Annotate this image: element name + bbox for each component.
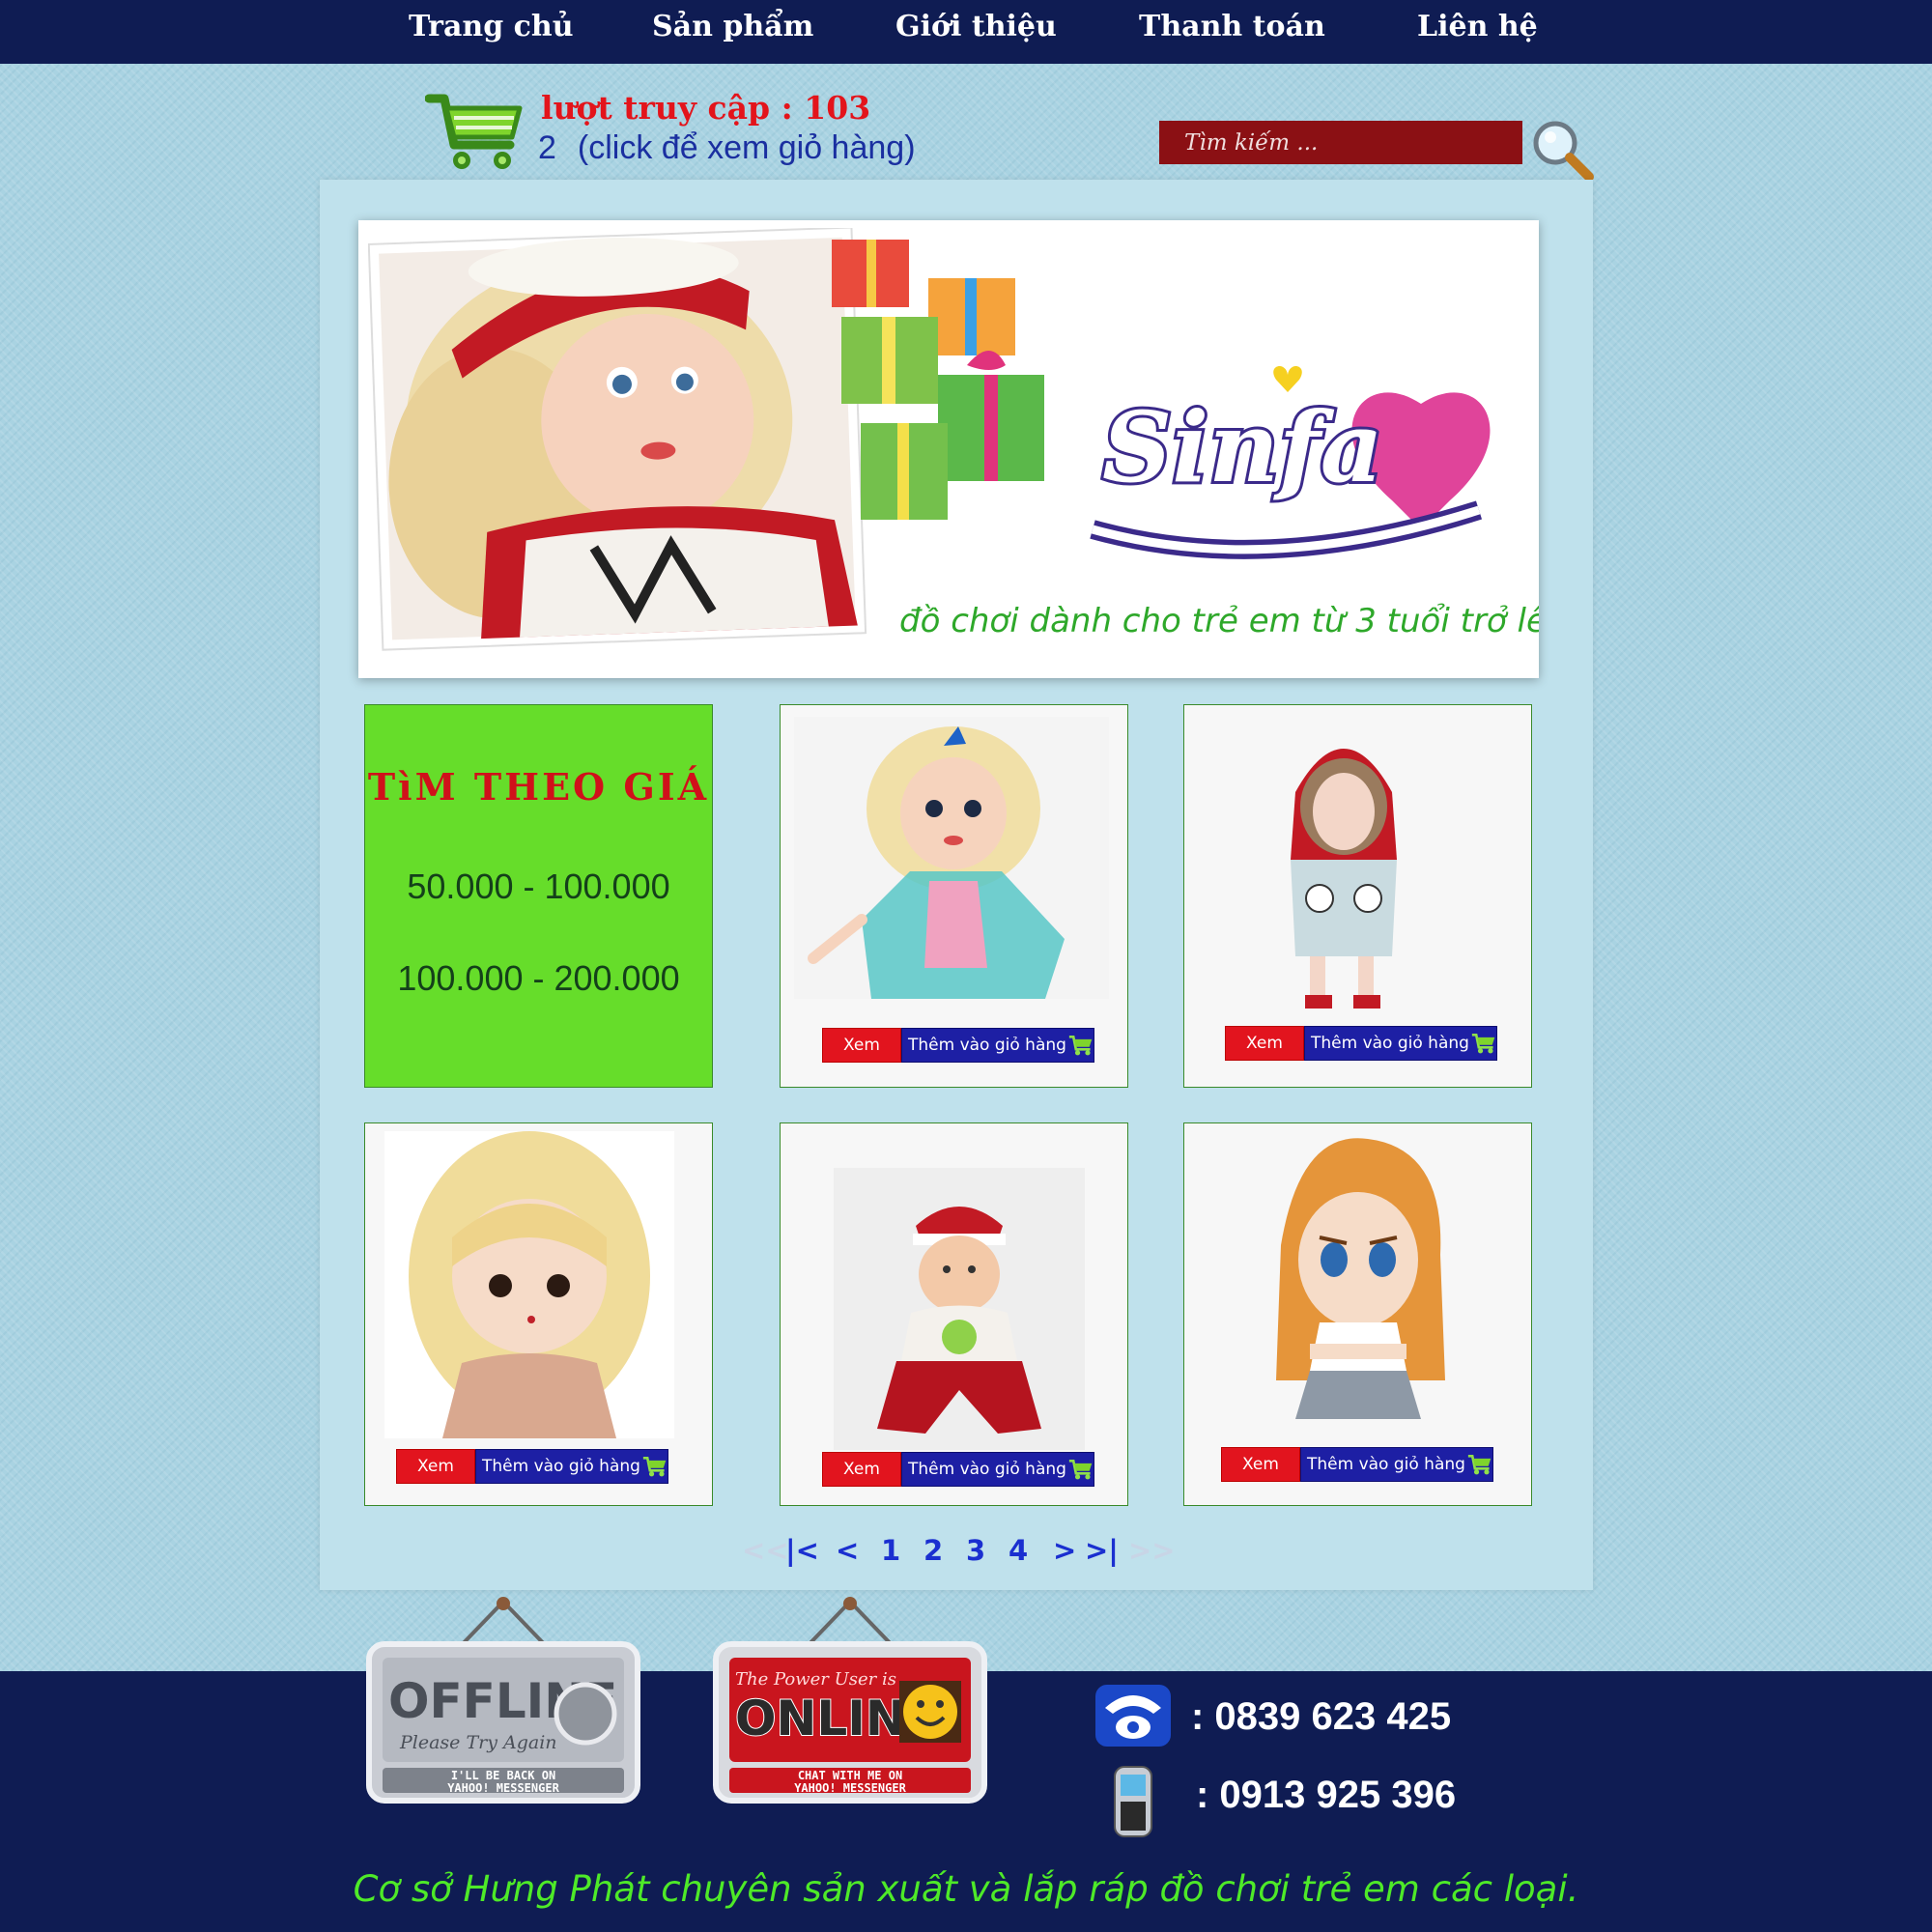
view-product-button[interactable]: Xem xyxy=(1221,1447,1300,1482)
price-filter-title: TìM THEO GIÁ xyxy=(367,765,710,809)
phone-mobile: : 0913 925 396 xyxy=(1196,1774,1457,1816)
product-actions: Xem Thêm vào giỏ hàng xyxy=(822,1028,1094,1063)
top-nav: Trang chủ Sản phẩm Giới thiệu Thanh toán… xyxy=(0,0,1932,64)
add-to-cart-button[interactable]: Thêm vào giỏ hàng xyxy=(901,1452,1094,1487)
smiley-icon xyxy=(903,1685,957,1739)
pagination-page-3[interactable]: 3 xyxy=(966,1534,985,1567)
pagination-first[interactable]: |< xyxy=(785,1534,819,1567)
cart-icon[interactable] xyxy=(425,89,526,176)
product-image-long-hair-doll[interactable] xyxy=(384,1131,674,1438)
product-actions: Xem Thêm vào giỏ hàng xyxy=(396,1449,668,1484)
sinfa-logo: Sinfa xyxy=(1090,365,1491,559)
product-image-anime-figure[interactable] xyxy=(1262,1129,1455,1429)
banner-tagline: đồ chơi dành cho trẻ em từ 3 tuổi trở lê… xyxy=(899,602,1539,640)
nav-item-about[interactable]: Giới thiệu xyxy=(895,10,1057,43)
product-actions: Xem Thêm vào giỏ hàng xyxy=(1221,1447,1493,1482)
product-card: Xem Thêm vào giỏ hàng xyxy=(780,704,1128,1088)
cart-icon xyxy=(642,1457,667,1477)
telephone-icon xyxy=(1095,1685,1171,1747)
cart-icon xyxy=(1467,1455,1492,1475)
view-product-button[interactable]: Xem xyxy=(822,1452,901,1487)
search-icon[interactable] xyxy=(1528,116,1596,184)
product-actions: Xem Thêm vào giỏ hàng xyxy=(822,1452,1094,1487)
nav-item-payment[interactable]: Thanh toán xyxy=(1139,10,1325,43)
cart-link-text: (click để xem giỏ hàng) xyxy=(577,129,916,166)
hero-banner: Sinfa đồ chơi dành cho trẻ em từ 3 tuổi … xyxy=(358,220,1539,678)
product-card: Xem Thêm vào giỏ hàng xyxy=(364,1122,713,1506)
visit-counter: lượt truy cập : 103 xyxy=(541,89,871,127)
product-image-blonde-doll[interactable] xyxy=(794,717,1109,999)
nav-item-home[interactable]: Trang chủ xyxy=(409,10,574,43)
doll-banner-photo xyxy=(368,228,867,651)
smiley-icon xyxy=(554,1682,617,1746)
yahoo-online-status-sign[interactable]: The Power User is ONLINE CHAT WITH ME ON… xyxy=(710,1594,990,1816)
add-to-cart-label: Thêm vào giỏ hàng xyxy=(482,1457,640,1476)
mobile-phone-icon xyxy=(1114,1766,1152,1837)
pagination-next-faded: >> xyxy=(1128,1534,1176,1567)
product-card: Xem Thêm vào giỏ hàng xyxy=(1183,1122,1532,1506)
yahoo-offline-status-sign[interactable]: OFFLINE Please Try Again I'LL BE BACK ON… xyxy=(363,1594,643,1816)
pagination-last[interactable]: >| xyxy=(1085,1534,1119,1567)
pagination-page-4[interactable]: 4 xyxy=(1009,1534,1028,1567)
nav-item-contact[interactable]: Liên hệ xyxy=(1417,10,1538,43)
svg-text:YAHOO! MESSENGER: YAHOO! MESSENGER xyxy=(447,1781,559,1795)
svg-text:The Power User is: The Power User is xyxy=(735,1669,896,1690)
add-to-cart-button[interactable]: Thêm vào giỏ hàng xyxy=(901,1028,1094,1063)
cart-icon xyxy=(1068,1460,1093,1480)
gift-boxes-image xyxy=(832,240,1044,520)
view-product-button[interactable]: Xem xyxy=(822,1028,901,1063)
add-to-cart-button[interactable]: Thêm vào giỏ hàng xyxy=(1300,1447,1493,1482)
phone-landline: : 0839 623 425 xyxy=(1191,1695,1452,1738)
svg-text:I'LL BE BACK ON: I'LL BE BACK ON xyxy=(451,1769,555,1782)
add-to-cart-label: Thêm vào giỏ hàng xyxy=(1307,1455,1465,1474)
view-product-button[interactable]: Xem xyxy=(396,1449,475,1484)
search-input[interactable] xyxy=(1159,121,1522,164)
pagination-prev-faded: << xyxy=(742,1534,789,1567)
footer-tagline: Cơ sở Hưng Phát chuyên sản xuất và lắp r… xyxy=(353,1868,1579,1910)
product-image-baby-doll[interactable] xyxy=(834,1168,1085,1450)
product-card: Xem Thêm vào giỏ hàng xyxy=(1183,704,1532,1088)
pagination-next[interactable]: > xyxy=(1053,1534,1076,1567)
add-to-cart-label: Thêm vào giỏ hàng xyxy=(1311,1034,1469,1053)
svg-text:YAHOO! MESSENGER: YAHOO! MESSENGER xyxy=(794,1781,906,1795)
cart-count: 2 xyxy=(538,129,556,166)
price-range-100k-200k[interactable]: 100.000 - 200.000 xyxy=(365,958,712,999)
product-card: Xem Thêm vào giỏ hàng xyxy=(780,1122,1128,1506)
product-actions: Xem Thêm vào giỏ hàng xyxy=(1225,1026,1497,1061)
view-product-button[interactable]: Xem xyxy=(1225,1026,1304,1061)
cart-icon xyxy=(1471,1034,1495,1054)
add-to-cart-button[interactable]: Thêm vào giỏ hàng xyxy=(1304,1026,1497,1061)
add-to-cart-label: Thêm vào giỏ hàng xyxy=(908,1036,1066,1055)
cart-summary-link[interactable]: 2 (click để xem giỏ hàng) xyxy=(538,129,916,167)
add-to-cart-button[interactable]: Thêm vào giỏ hàng xyxy=(475,1449,668,1484)
price-filter-box: TìM THEO GIÁ 50.000 - 100.000 100.000 - … xyxy=(364,704,713,1088)
add-to-cart-label: Thêm vào giỏ hàng xyxy=(908,1460,1066,1479)
svg-text:CHAT WITH ME ON: CHAT WITH ME ON xyxy=(798,1769,902,1782)
pagination-page-1[interactable]: 1 xyxy=(881,1534,900,1567)
svg-text:Please Try Again: Please Try Again xyxy=(399,1732,557,1753)
pagination-prev[interactable]: < xyxy=(836,1534,859,1567)
cart-icon xyxy=(1068,1036,1093,1056)
price-range-50k-100k[interactable]: 50.000 - 100.000 xyxy=(365,867,712,907)
nav-item-products[interactable]: Sản phẩm xyxy=(652,10,813,43)
pagination-page-2[interactable]: 2 xyxy=(923,1534,943,1567)
product-image-red-hood-doll[interactable] xyxy=(1276,715,1411,1016)
svg-text:Sinfa: Sinfa xyxy=(1102,390,1383,504)
